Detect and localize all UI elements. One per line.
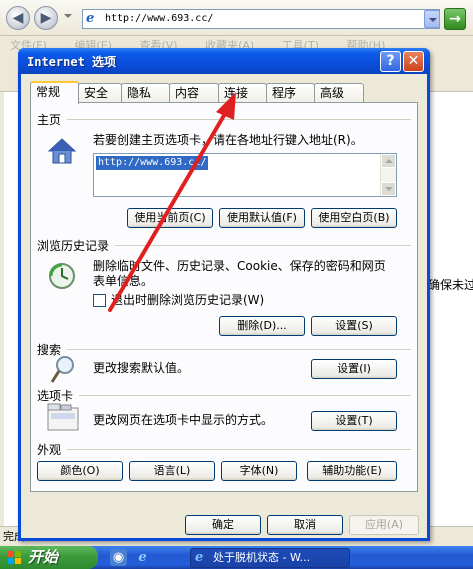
back-button[interactable]: ◀ bbox=[6, 6, 30, 30]
delete-history-button[interactable]: 删除(D)... bbox=[219, 316, 305, 336]
home-section-title: 主页 bbox=[37, 113, 62, 127]
go-button[interactable]: → bbox=[444, 8, 466, 30]
accessibility-button[interactable]: 辅助功能(E) bbox=[307, 461, 397, 481]
dialog-titlebar[interactable]: Internet 选项 ? ✕ bbox=[18, 48, 430, 74]
history-description-line1: 删除临时文件、历史记录、Cookie、保存的密码和网页 bbox=[93, 259, 386, 273]
apply-button[interactable]: 应用(A) bbox=[349, 515, 419, 535]
quicklaunch-ie-icon[interactable]: e bbox=[134, 549, 151, 566]
textarea-scrollbar[interactable] bbox=[380, 154, 396, 196]
tab-security[interactable]: 安全 bbox=[78, 83, 122, 103]
scroll-up-arrow-icon[interactable] bbox=[381, 154, 396, 168]
general-tab-panel: 主页 若要创建主页选项卡，请在各地址行键入地址(R)。 http://www.6… bbox=[30, 102, 418, 492]
search-divider bbox=[67, 349, 411, 350]
appearance-divider bbox=[67, 449, 411, 450]
address-text: http://www.693.cc/ bbox=[105, 13, 214, 24]
address-bar[interactable]: e http://www.693.cc/ bbox=[82, 9, 440, 29]
internet-options-dialog: Internet 选项 ? ✕ 常规 安全 隐私 内容 连接 程序 高级 主页 … bbox=[18, 48, 430, 541]
home-house-icon bbox=[47, 138, 77, 164]
tab-privacy[interactable]: 隐私 bbox=[121, 83, 170, 103]
history-description-line2: 表单信息。 bbox=[93, 274, 154, 288]
use-current-button[interactable]: 使用当前页(C) bbox=[127, 208, 213, 228]
history-section-title: 浏览历史记录 bbox=[37, 239, 110, 253]
taskbar-window-title: 处于脱机状态 - W... bbox=[213, 551, 311, 564]
fonts-button[interactable]: 字体(N) bbox=[221, 461, 297, 481]
history-clock-icon bbox=[49, 263, 75, 289]
tabs-settings-button[interactable]: 设置(T) bbox=[311, 411, 397, 431]
dialog-body: 常规 安全 隐私 内容 连接 程序 高级 主页 若要创建主页选项卡，请在各地址行… bbox=[21, 74, 427, 538]
start-button[interactable]: 开始 bbox=[0, 546, 98, 569]
tab-general[interactable]: 常规 bbox=[30, 81, 79, 104]
delete-on-exit-label[interactable]: 退出时删除浏览历史记录(W) bbox=[111, 293, 264, 308]
home-divider bbox=[67, 119, 411, 120]
quicklaunch-desktop-icon[interactable]: ◉ bbox=[110, 549, 127, 566]
search-magnifier-icon bbox=[50, 356, 74, 383]
tabs-divider bbox=[79, 395, 411, 396]
use-default-button[interactable]: 使用默认值(F) bbox=[219, 208, 305, 228]
address-dropdown-button[interactable] bbox=[424, 10, 440, 28]
history-dropdown-icon[interactable] bbox=[64, 14, 72, 22]
appearance-section-title: 外观 bbox=[37, 443, 62, 457]
tab-advanced[interactable]: 高级 bbox=[314, 83, 364, 103]
languages-button[interactable]: 语言(L) bbox=[129, 461, 215, 481]
taskbar-ie-window[interactable]: e 处于脱机状态 - W... bbox=[190, 548, 350, 568]
history-settings-button[interactable]: 设置(S) bbox=[311, 316, 397, 336]
taskbar: 开始 ◉ e e 处于脱机状态 - W... bbox=[0, 546, 473, 569]
scroll-down-arrow-icon[interactable] bbox=[381, 182, 396, 196]
tab-content[interactable]: 内容 bbox=[169, 83, 219, 103]
ie-page-icon: e bbox=[86, 11, 95, 26]
search-description: 更改搜索默认值。 bbox=[93, 361, 190, 375]
home-page-textarea[interactable]: http://www.693.cc/ bbox=[93, 153, 397, 197]
colors-button[interactable]: 颜色(O) bbox=[37, 461, 123, 481]
tabs-description: 更改网页在选项卡中显示的方式。 bbox=[93, 413, 274, 427]
ie-taskbar-icon: e bbox=[195, 550, 204, 565]
tabs-section-title: 选项卡 bbox=[37, 389, 74, 403]
tab-connections[interactable]: 连接 bbox=[218, 83, 267, 103]
browser-toolbar: ◀ ▶ e http://www.693.cc/ → bbox=[0, 0, 473, 36]
start-label: 开始 bbox=[28, 548, 59, 566]
tab-programs[interactable]: 程序 bbox=[266, 83, 315, 103]
forward-button[interactable]: ▶ bbox=[34, 6, 58, 30]
search-settings-button[interactable]: 设置(I) bbox=[311, 359, 397, 379]
background-page-text: 确保未过 bbox=[428, 278, 473, 292]
tabs-window-icon bbox=[47, 403, 79, 431]
windows-flag-icon bbox=[8, 551, 22, 564]
home-page-url: http://www.693.cc/ bbox=[96, 156, 209, 170]
help-button[interactable]: ? bbox=[380, 51, 401, 72]
use-blank-button[interactable]: 使用空白页(B) bbox=[311, 208, 397, 228]
history-divider bbox=[115, 245, 411, 246]
home-description: 若要创建主页选项卡，请在各地址行键入地址(R)。 bbox=[93, 133, 363, 147]
cancel-button[interactable]: 取消 bbox=[267, 515, 343, 535]
close-button[interactable]: ✕ bbox=[403, 51, 424, 72]
dialog-title: Internet 选项 bbox=[27, 55, 117, 69]
ok-button[interactable]: 确定 bbox=[185, 515, 261, 535]
delete-on-exit-checkbox[interactable] bbox=[93, 294, 106, 307]
